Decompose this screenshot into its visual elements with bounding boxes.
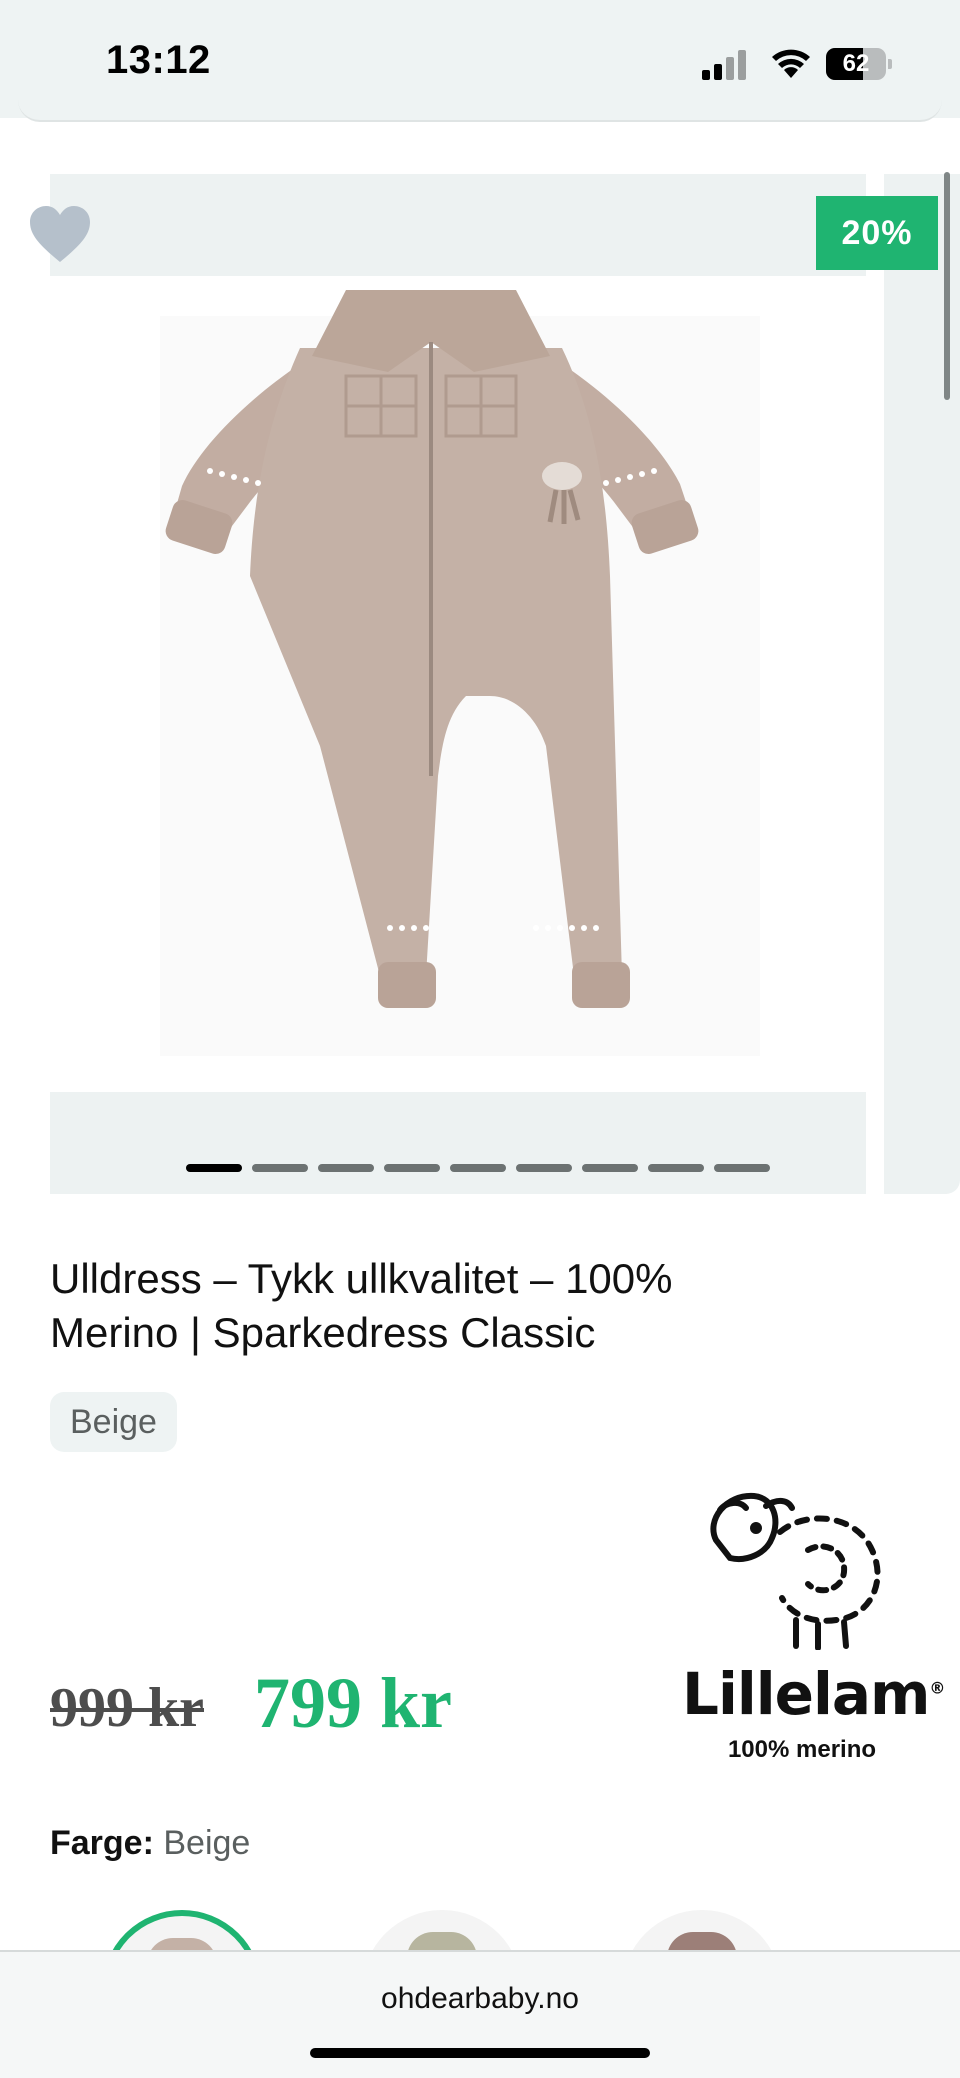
browser-address-bar[interactable]: ohdearbaby.no [0,1950,960,2078]
url-text[interactable]: ohdearbaby.no [0,1982,960,2016]
price-original: 999 kr [50,1677,204,1739]
color-label-key: Farge: [50,1824,154,1862]
color-selected-value: Beige [163,1824,251,1862]
battery-level: 62 [842,50,870,77]
carousel-dot[interactable] [384,1164,440,1172]
battery-icon: 62 [826,48,892,80]
product-image-carousel[interactable] [50,174,866,1194]
carousel-dot[interactable] [714,1164,770,1172]
brand-tagline: 100% merino [727,1736,877,1763]
product-image [50,276,866,1092]
heart-icon[interactable] [28,204,92,264]
carousel-dot[interactable] [450,1164,506,1172]
scrollbar-thumb[interactable] [944,172,950,400]
carousel-dot[interactable] [648,1164,704,1172]
discount-badge: 20% [816,196,938,270]
product-title: Ulldress – Tykk ullkvalitet – 100% Merin… [50,1255,673,1356]
carousel-pagination[interactable] [186,1164,770,1174]
price-sale: 799 kr [254,1663,452,1743]
site-header-edge [18,98,942,122]
romper-illustration [160,290,760,1056]
brand-name: Lillelam® [682,1660,945,1728]
variant-chip: Beige [50,1392,177,1452]
carousel-dot[interactable] [252,1164,308,1172]
carousel-dot[interactable] [186,1164,242,1172]
color-label: Farge: Beige [50,1824,250,1863]
home-indicator [310,2048,650,2058]
status-time: 13:12 [106,38,211,82]
carousel-dot[interactable] [318,1164,374,1172]
wifi-icon [772,49,810,78]
carousel-dot[interactable] [516,1164,572,1172]
brand-logo: Lillelam® 100% merino [682,1480,945,1770]
sheep-icon [710,1492,881,1650]
signal-icon [702,50,748,80]
carousel-dot[interactable] [582,1164,638,1172]
